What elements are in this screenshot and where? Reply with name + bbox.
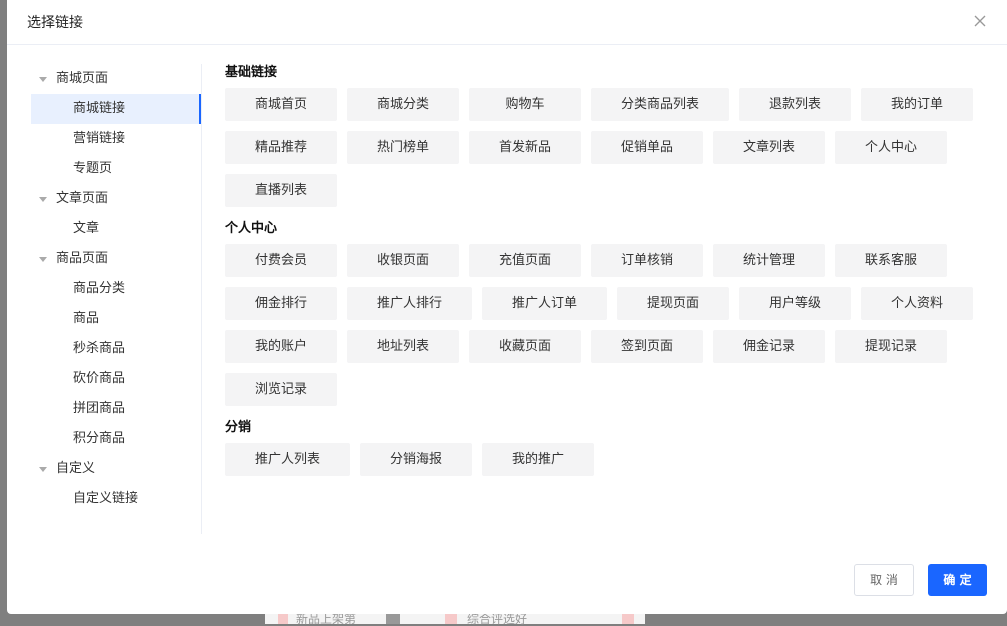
link-button[interactable]: 退款列表 xyxy=(739,88,851,121)
link-button[interactable]: 收银页面 xyxy=(347,244,459,277)
link-button[interactable]: 个人资料 xyxy=(861,287,973,320)
link-button[interactable]: 商城首页 xyxy=(225,88,337,121)
link-button[interactable]: 热门榜单 xyxy=(347,131,459,164)
link-button[interactable]: 精品推荐 xyxy=(225,131,337,164)
background-text: 新品上架第 xyxy=(296,612,357,626)
confirm-button[interactable]: 确 定 xyxy=(928,564,987,596)
tree-item[interactable]: 砍价商品 xyxy=(31,364,201,394)
link-button[interactable]: 分销海报 xyxy=(360,443,472,476)
link-button[interactable]: 提现页面 xyxy=(617,287,729,320)
link-button[interactable]: 个人中心 xyxy=(835,131,947,164)
tree-item[interactable]: 积分商品 xyxy=(31,424,201,454)
link-button[interactable]: 促销单品 xyxy=(591,131,703,164)
close-icon[interactable] xyxy=(973,14,987,28)
tree-item[interactable]: 商城链接 xyxy=(31,94,201,124)
link-button[interactable]: 我的订单 xyxy=(861,88,973,121)
tree-item[interactable]: 商品 xyxy=(31,304,201,334)
tree-item[interactable]: 文章 xyxy=(31,214,201,244)
link-button[interactable]: 文章列表 xyxy=(713,131,825,164)
link-button[interactable]: 佣金记录 xyxy=(713,330,825,363)
dialog-title: 选择链接 xyxy=(27,15,83,31)
tree-item-label: 文章页面 xyxy=(56,191,109,206)
tree-item-label: 拼团商品 xyxy=(73,401,126,416)
tree-item-label: 商品 xyxy=(73,311,100,326)
link-button[interactable]: 佣金排行 xyxy=(225,287,337,320)
select-link-dialog: 选择链接 商城页面商城链接营销链接专题页文章页面文章商品页面商品分类商品秒杀商品… xyxy=(7,0,1007,614)
link-button[interactable]: 我的推广 xyxy=(482,443,594,476)
tree-item-label: 砍价商品 xyxy=(73,371,126,386)
link-button[interactable]: 推广人列表 xyxy=(225,443,350,476)
link-button[interactable]: 直播列表 xyxy=(225,174,337,207)
tree-item[interactable]: 拼团商品 xyxy=(31,394,201,424)
background-image xyxy=(386,614,400,624)
tree-item-label: 商城链接 xyxy=(73,101,126,116)
tree-group[interactable]: 商城页面 xyxy=(31,64,201,94)
tree-item-label: 营销链接 xyxy=(73,131,126,146)
tree-item-label: 商品分类 xyxy=(73,281,126,296)
tree-item[interactable]: 秒杀商品 xyxy=(31,334,201,364)
category-tree: 商城页面商城链接营销链接专题页文章页面文章商品页面商品分类商品秒杀商品砍价商品拼… xyxy=(31,64,202,534)
link-content: 基础链接商城首页 商城分类 购物车 分类商品列表 退款列表 我的订单精品推荐 热门榜单 首发新… xyxy=(225,64,995,534)
section-title: 个人中心 xyxy=(225,221,278,236)
link-button[interactable]: 首发新品 xyxy=(469,131,581,164)
caret-down-icon[interactable] xyxy=(39,77,47,82)
link-button[interactable]: 充值页面 xyxy=(469,244,581,277)
tree-item-label: 秒杀商品 xyxy=(73,341,126,356)
dialog-header: 选择链接 xyxy=(7,0,1007,45)
link-button[interactable]: 联系客服 xyxy=(835,244,947,277)
link-button[interactable]: 浏览记录 xyxy=(225,373,337,406)
caret-down-icon[interactable] xyxy=(39,257,47,262)
tree-item[interactable]: 营销链接 xyxy=(31,124,201,154)
section-title: 分销 xyxy=(225,420,252,435)
link-button[interactable]: 推广人排行 xyxy=(347,287,472,320)
link-button[interactable]: 推广人订单 xyxy=(482,287,607,320)
link-button[interactable]: 我的账户 xyxy=(225,330,337,363)
tree-item-label: 商品页面 xyxy=(56,251,109,266)
link-button[interactable]: 购物车 xyxy=(469,88,581,121)
tree-group[interactable]: 自定义 xyxy=(31,454,201,484)
link-button[interactable]: 用户等级 xyxy=(739,287,851,320)
tree-item-label: 文章 xyxy=(73,221,100,236)
tree-item-label: 积分商品 xyxy=(73,431,126,446)
link-button[interactable]: 付费会员 xyxy=(225,244,337,277)
link-button[interactable]: 分类商品列表 xyxy=(591,88,729,121)
link-button[interactable]: 地址列表 xyxy=(347,330,459,363)
tree-item-label: 专题页 xyxy=(73,161,113,176)
link-button[interactable]: 提现记录 xyxy=(835,330,947,363)
link-button[interactable]: 收藏页面 xyxy=(469,330,581,363)
tree-item[interactable]: 自定义链接 xyxy=(31,484,201,514)
cancel-button[interactable]: 取 消 xyxy=(854,564,914,596)
tree-item[interactable]: 专题页 xyxy=(31,154,201,184)
tree-item-label: 商城页面 xyxy=(56,71,109,86)
section-title: 基础链接 xyxy=(225,65,278,80)
tree-item-label: 自定义 xyxy=(56,461,96,476)
tree-group[interactable]: 文章页面 xyxy=(31,184,201,214)
tree-group[interactable]: 商品页面 xyxy=(31,244,201,274)
caret-down-icon[interactable] xyxy=(39,197,47,202)
background-text: 综合评选好 xyxy=(467,612,528,626)
tree-item-label: 自定义链接 xyxy=(73,491,139,506)
link-button[interactable]: 统计管理 xyxy=(713,244,825,277)
link-button[interactable]: 商城分类 xyxy=(347,88,459,121)
link-button[interactable]: 签到页面 xyxy=(591,330,703,363)
tree-item[interactable]: 商品分类 xyxy=(31,274,201,304)
link-button[interactable]: 订单核销 xyxy=(591,244,703,277)
caret-down-icon[interactable] xyxy=(39,467,47,472)
